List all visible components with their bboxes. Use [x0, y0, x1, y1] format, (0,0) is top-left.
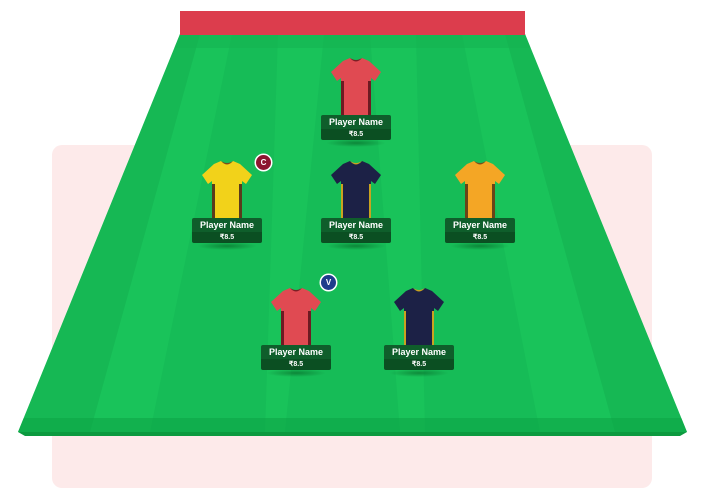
player-shadow: [326, 139, 386, 147]
jersey-icon: [453, 160, 507, 222]
player-shadow: [266, 369, 326, 377]
jersey-icon: [269, 287, 323, 349]
captain-badge: C: [256, 155, 271, 170]
player-card[interactable]: Player Name ₹8.5: [321, 57, 391, 147]
vice-captain-badge: V: [321, 275, 336, 290]
player-card[interactable]: Player Name ₹8.5: [192, 160, 262, 250]
player-name: Player Name: [261, 345, 331, 359]
team-preview: Player Name ₹8.5 Player Name ₹8.5 C Play…: [0, 0, 705, 488]
player-name: Player Name: [321, 218, 391, 232]
player-card[interactable]: Player Name ₹8.5: [384, 287, 454, 377]
jersey-icon: [329, 160, 383, 222]
player-shadow: [197, 242, 257, 250]
player-name: Player Name: [384, 345, 454, 359]
player-name: Player Name: [321, 115, 391, 129]
player-card[interactable]: Player Name ₹8.5: [321, 160, 391, 250]
player-name: Player Name: [445, 218, 515, 232]
jersey-icon: [329, 57, 383, 119]
player-shadow: [389, 369, 449, 377]
player-name: Player Name: [192, 218, 262, 232]
player-shadow: [326, 242, 386, 250]
jersey-icon: [392, 287, 446, 349]
goal-bar: [180, 11, 525, 35]
jersey-icon: [200, 160, 254, 222]
player-shadow: [450, 242, 510, 250]
pitch-edge: [18, 432, 687, 436]
player-card[interactable]: Player Name ₹8.5: [261, 287, 331, 377]
player-card[interactable]: Player Name ₹8.5: [445, 160, 515, 250]
